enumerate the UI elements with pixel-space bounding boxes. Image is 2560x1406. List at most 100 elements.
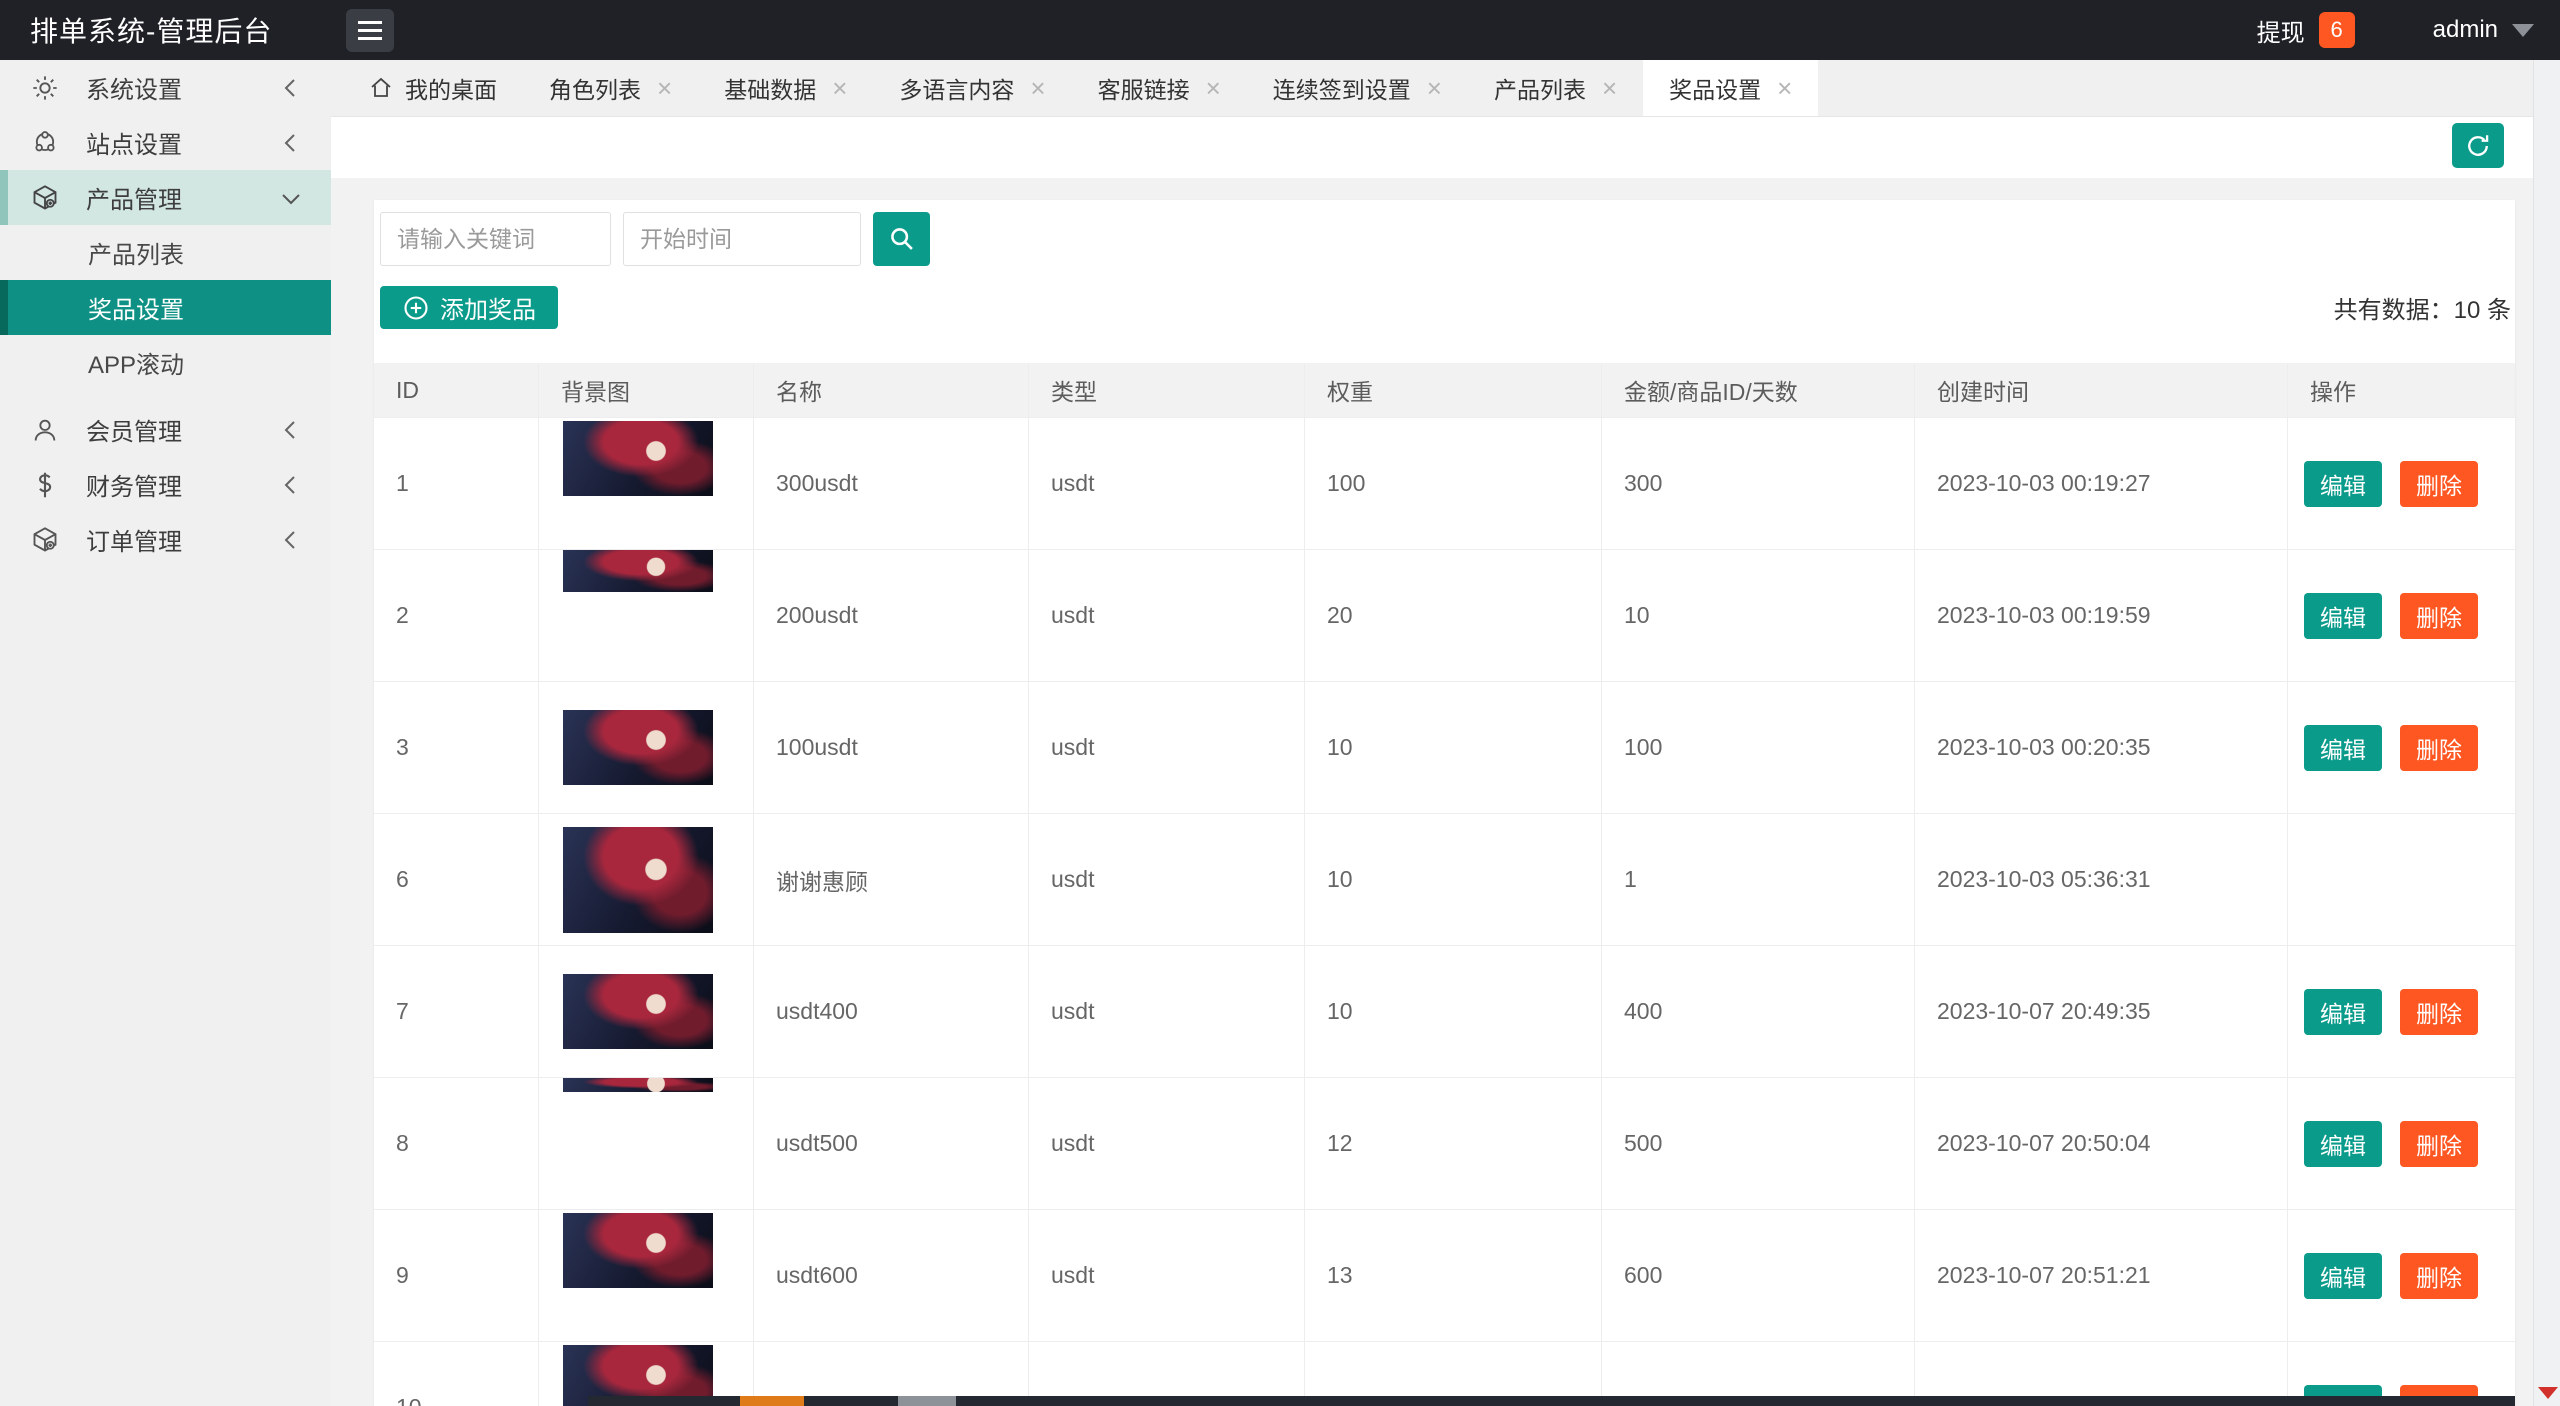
search-icon: [888, 225, 916, 253]
tab-signin-settings[interactable]: 连续签到设置 ×: [1247, 60, 1468, 116]
edit-button[interactable]: 编辑: [2304, 989, 2382, 1035]
keyword-input[interactable]: [380, 212, 611, 266]
sidebar-item-system-settings[interactable]: 系统设置: [0, 60, 331, 115]
refresh-icon: [2464, 132, 2492, 160]
cell-operations: [2287, 814, 2515, 945]
sidebar-subitem-product-list[interactable]: 产品列表: [0, 225, 331, 280]
cell-amount: 1: [1601, 814, 1914, 945]
cell-type: usdt: [1028, 1210, 1304, 1341]
tab-service-link[interactable]: 客服链接 ×: [1072, 60, 1247, 116]
close-icon[interactable]: ×: [1206, 75, 1221, 101]
table-row: 2 200usdt usdt 20 10 2023-10-03 00:19:59…: [374, 549, 2515, 681]
cell-id: 3: [374, 682, 538, 813]
tab-multilanguage[interactable]: 多语言内容 ×: [873, 60, 1071, 116]
cell-amount: 100: [1601, 682, 1914, 813]
cell-name: 谢谢惠顾: [753, 814, 1028, 945]
tab-my-desktop[interactable]: 我的桌面: [343, 60, 523, 116]
edit-button[interactable]: 编辑: [2304, 725, 2382, 771]
add-prize-button[interactable]: 添加奖品: [380, 286, 558, 329]
cell-created: 2023-10-07 20:51:21: [1914, 1210, 2287, 1341]
scroll-down-arrow-icon[interactable]: [2538, 1387, 2558, 1399]
tab-prize-settings[interactable]: 奖品设置 ×: [1643, 60, 1818, 116]
delete-button[interactable]: 删除: [2400, 989, 2478, 1035]
cell-id: 8: [374, 1078, 538, 1209]
chevron-down-icon: [2512, 24, 2534, 37]
edit-button[interactable]: 编辑: [2304, 461, 2382, 507]
cell-operations: 编辑 删除: [2287, 1210, 2515, 1341]
col-id: ID: [374, 363, 538, 417]
site-icon: [30, 128, 60, 158]
cell-operations: 编辑 删除: [2287, 946, 2515, 1077]
table-row: 1 300usdt usdt 100 300 2023-10-03 00:19:…: [374, 417, 2515, 549]
cell-type: usdt: [1028, 1078, 1304, 1209]
edit-button[interactable]: 编辑: [2304, 593, 2382, 639]
prize-image: [563, 710, 713, 785]
home-icon: [369, 76, 393, 100]
scrollbar-thumb-orange[interactable]: [740, 1396, 804, 1406]
tab-product-list[interactable]: 产品列表 ×: [1468, 60, 1643, 116]
cell-created: 2023-10-03 00:19:59: [1914, 550, 2287, 681]
plus-circle-icon: [402, 294, 430, 322]
chevron-down-icon: [279, 186, 301, 210]
withdraw-link[interactable]: 提现: [2257, 13, 2305, 48]
cell-id: 1: [374, 418, 538, 549]
menu-toggle-button[interactable]: [346, 9, 394, 52]
sidebar-subitem-prize-settings[interactable]: 奖品设置: [0, 280, 331, 335]
member-icon: [30, 415, 60, 445]
close-icon[interactable]: ×: [1427, 75, 1442, 101]
cell-operations: 编辑 删除: [2287, 1078, 2515, 1209]
close-icon[interactable]: ×: [657, 75, 672, 101]
cell-amount: 500: [1601, 1078, 1914, 1209]
close-icon[interactable]: ×: [1030, 75, 1045, 101]
close-icon[interactable]: ×: [832, 75, 847, 101]
delete-button[interactable]: 删除: [2400, 1253, 2478, 1299]
cell-id: 7: [374, 946, 538, 1077]
edit-button[interactable]: 编辑: [2304, 1121, 2382, 1167]
delete-button[interactable]: 删除: [2400, 1121, 2478, 1167]
tab-role-list[interactable]: 角色列表 ×: [523, 60, 698, 116]
chevron-left-icon: [279, 418, 301, 442]
user-menu[interactable]: admin: [2433, 16, 2534, 44]
chevron-left-icon: [279, 473, 301, 497]
cell-image: [538, 550, 753, 681]
bottom-scrollbar[interactable]: [588, 1396, 2515, 1406]
prize-image: [563, 550, 713, 592]
edit-button[interactable]: 编辑: [2304, 1253, 2382, 1299]
start-time-input[interactable]: [623, 212, 861, 266]
delete-button[interactable]: 删除: [2400, 593, 2478, 639]
cell-created: 2023-10-07 20:50:04: [1914, 1078, 2287, 1209]
scrollbar-thumb-gray[interactable]: [898, 1396, 956, 1406]
cell-amount: 600: [1601, 1210, 1914, 1341]
refresh-button[interactable]: [2452, 123, 2504, 168]
cell-image: [538, 1210, 753, 1341]
delete-button[interactable]: 删除: [2400, 725, 2478, 771]
prize-image: [563, 974, 713, 1049]
sidebar: 系统设置 站点设置 产品管理 产品列表 奖品设置 APP滚动 会员管理 财务管: [0, 60, 331, 1406]
cell-operations: 编辑 删除: [2287, 550, 2515, 681]
cell-id: 9: [374, 1210, 538, 1341]
cell-weight: 10: [1304, 946, 1601, 1077]
app-title: 排单系统-管理后台: [30, 10, 272, 50]
cell-amount: 300: [1601, 418, 1914, 549]
sidebar-item-order-management[interactable]: 订单管理: [0, 512, 331, 567]
sidebar-item-site-settings[interactable]: 站点设置: [0, 115, 331, 170]
cell-created: 2023-10-03 00:20:35: [1914, 682, 2287, 813]
sidebar-item-finance-management[interactable]: 财务管理: [0, 457, 331, 512]
delete-button[interactable]: 删除: [2400, 461, 2478, 507]
vertical-scrollbar-gutter[interactable]: [2533, 60, 2560, 1406]
close-icon[interactable]: ×: [1602, 75, 1617, 101]
tab-basic-data[interactable]: 基础数据 ×: [698, 60, 873, 116]
sidebar-item-product-management[interactable]: 产品管理: [0, 170, 331, 225]
search-button[interactable]: [873, 212, 930, 266]
header-right: 提现 6 admin: [2257, 0, 2534, 60]
cell-type: usdt: [1028, 682, 1304, 813]
sidebar-item-member-management[interactable]: 会员管理: [0, 402, 331, 457]
cell-weight: 100: [1304, 418, 1601, 549]
close-icon[interactable]: ×: [1777, 75, 1792, 101]
sidebar-subitem-app-scroll[interactable]: APP滚动: [0, 335, 331, 390]
col-amount: 金额/商品ID/天数: [1601, 363, 1914, 417]
cell-name: 200usdt: [753, 550, 1028, 681]
cell-amount: 400: [1601, 946, 1914, 1077]
col-weight: 权重: [1304, 363, 1601, 417]
cell-weight: 20: [1304, 550, 1601, 681]
